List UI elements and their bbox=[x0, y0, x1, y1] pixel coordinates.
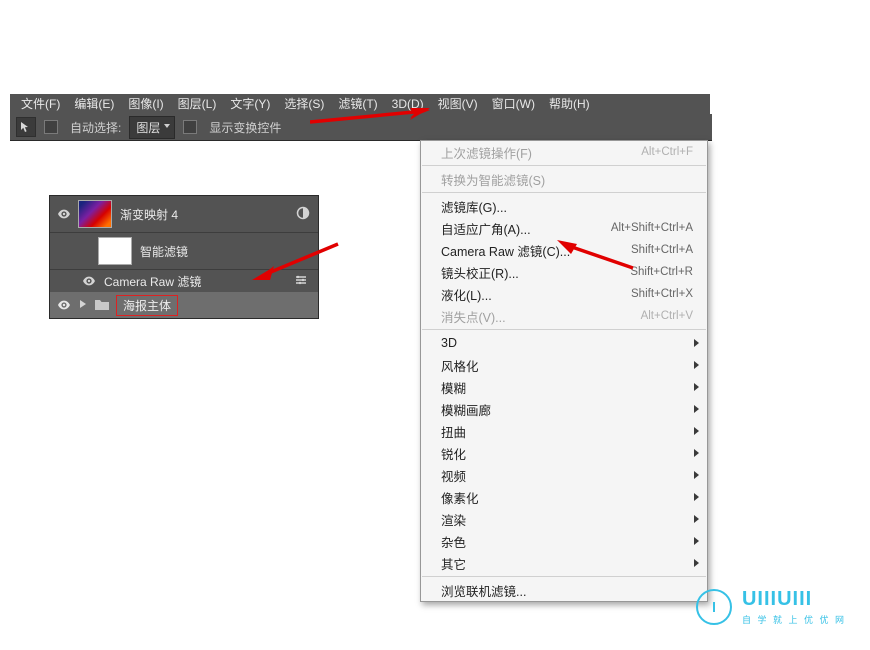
menu-3d[interactable]: 3D bbox=[421, 332, 707, 354]
menu-blur-gallery[interactable]: 模糊画廊 bbox=[421, 398, 707, 420]
menu-separator bbox=[422, 165, 706, 166]
menu-sharpen[interactable]: 锐化 bbox=[421, 442, 707, 464]
menu-layer[interactable]: 图层(L) bbox=[171, 94, 224, 114]
group-name-highlighted[interactable]: 海报主体 bbox=[116, 295, 178, 316]
filter-dropdown-menu: 上次滤镜操作(F)Alt+Ctrl+F 转换为智能滤镜(S) 滤镜库(G)...… bbox=[420, 140, 708, 602]
auto-select-checkbox[interactable] bbox=[44, 120, 58, 134]
menu-image[interactable]: 图像(I) bbox=[121, 94, 170, 114]
menu-adaptive-wide-angle[interactable]: 自适应广角(A)...Alt+Shift+Ctrl+A bbox=[421, 217, 707, 239]
annotation-arrow-icon bbox=[310, 108, 430, 126]
annotation-arrow-icon bbox=[252, 240, 342, 280]
menu-last-filter: 上次滤镜操作(F)Alt+Ctrl+F bbox=[421, 141, 707, 163]
layer-thumbnail[interactable] bbox=[78, 200, 112, 228]
menu-browse-online-filters[interactable]: 浏览联机滤镜... bbox=[421, 579, 707, 601]
visibility-icon[interactable] bbox=[78, 274, 100, 288]
layer-row-gradient-map[interactable]: 渐变映射 4 bbox=[50, 196, 318, 233]
auto-select-label: 自动选择: bbox=[70, 119, 121, 136]
show-transform-checkbox[interactable] bbox=[183, 120, 197, 134]
menu-render[interactable]: 渲染 bbox=[421, 508, 707, 530]
menu-file[interactable]: 文件(F) bbox=[14, 94, 67, 114]
menu-video[interactable]: 视频 bbox=[421, 464, 707, 486]
menu-stylize[interactable]: 风格化 bbox=[421, 354, 707, 376]
menu-convert-smart-filter: 转换为智能滤镜(S) bbox=[421, 168, 707, 190]
folder-icon bbox=[94, 297, 110, 314]
menu-separator bbox=[422, 192, 706, 193]
menu-separator bbox=[422, 576, 706, 577]
brand-watermark: UIIIUIII 自 学 就 上 优 优 网 bbox=[696, 588, 846, 626]
brand-sub: 自 学 就 上 优 优 网 bbox=[742, 613, 846, 626]
menu-vanishing-point: 消失点(V)...Alt+Ctrl+V bbox=[421, 305, 707, 327]
menu-pixelate[interactable]: 像素化 bbox=[421, 486, 707, 508]
smart-filter-mask[interactable] bbox=[98, 237, 132, 265]
show-transform-label: 显示变换控件 bbox=[209, 119, 281, 136]
brand-text: UIIIUIII bbox=[742, 588, 846, 611]
menu-view[interactable]: 视图(V) bbox=[431, 94, 485, 114]
menu-noise[interactable]: 杂色 bbox=[421, 530, 707, 552]
menu-filter-gallery[interactable]: 滤镜库(G)... bbox=[421, 195, 707, 217]
menu-liquify[interactable]: 液化(L)...Shift+Ctrl+X bbox=[421, 283, 707, 305]
menu-blur[interactable]: 模糊 bbox=[421, 376, 707, 398]
annotation-arrow-icon bbox=[557, 240, 637, 272]
auto-select-dropdown[interactable]: 图层 bbox=[129, 116, 175, 139]
layer-name[interactable]: 渐变映射 4 bbox=[120, 206, 296, 223]
move-tool-icon[interactable] bbox=[16, 117, 36, 137]
expand-arrow-icon[interactable] bbox=[78, 298, 88, 312]
menu-type[interactable]: 文字(Y) bbox=[223, 94, 277, 114]
menu-other[interactable]: 其它 bbox=[421, 552, 707, 574]
layer-group-poster-subject[interactable]: 海报主体 bbox=[50, 292, 318, 318]
menu-distort[interactable]: 扭曲 bbox=[421, 420, 707, 442]
menu-help[interactable]: 帮助(H) bbox=[542, 94, 597, 114]
brand-logo-icon bbox=[696, 589, 732, 625]
visibility-icon[interactable] bbox=[50, 207, 78, 221]
adjustment-icon[interactable] bbox=[296, 206, 310, 223]
menu-separator bbox=[422, 329, 706, 330]
menu-window[interactable]: 窗口(W) bbox=[485, 94, 542, 114]
menu-edit[interactable]: 编辑(E) bbox=[67, 94, 121, 114]
visibility-icon[interactable] bbox=[50, 298, 78, 312]
